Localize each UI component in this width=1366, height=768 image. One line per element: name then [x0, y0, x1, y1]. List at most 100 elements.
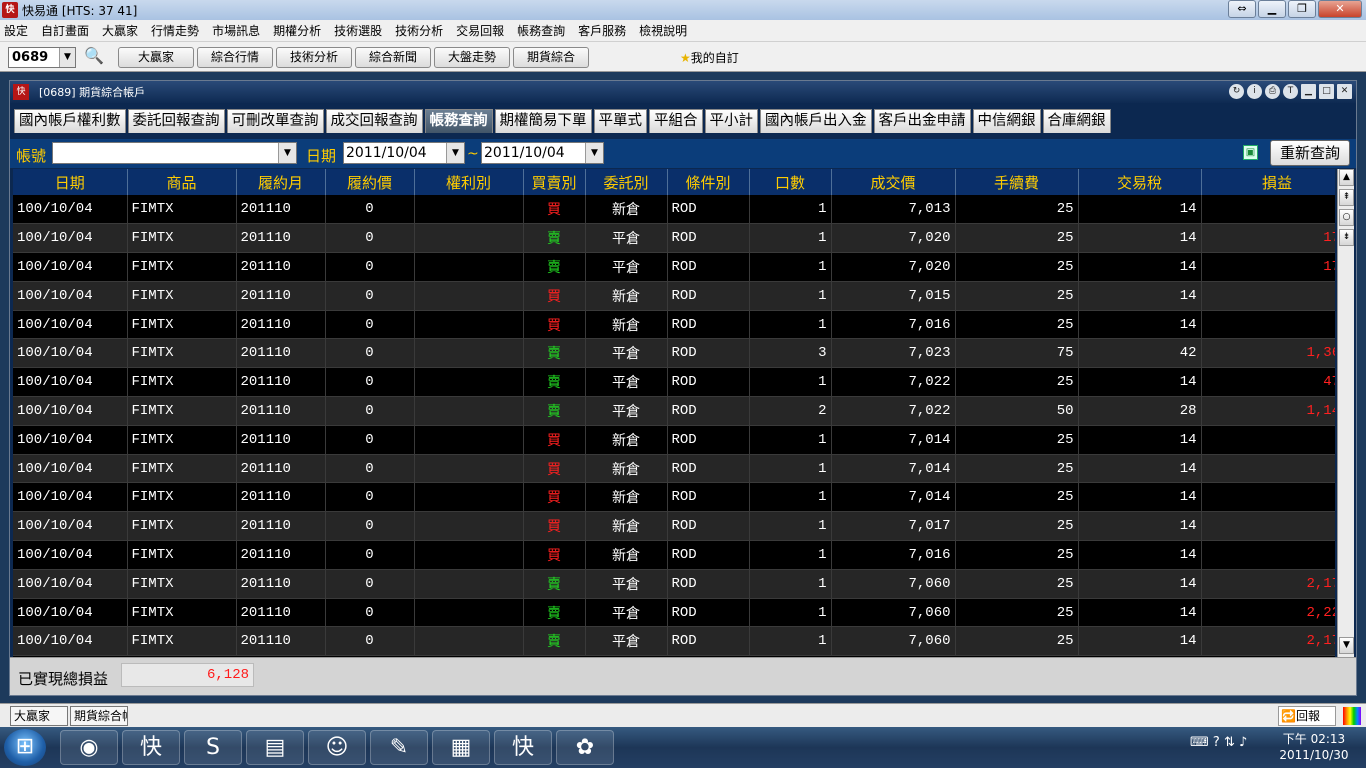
date-to-picker[interactable]: 2011/10/04 ▼ [481, 142, 604, 164]
scroll-bottom-icon[interactable]: ⇟ [1339, 229, 1354, 246]
tab-close-single[interactable]: 平單式 [593, 109, 647, 133]
toolbar-button[interactable]: 技術分析 [276, 47, 352, 68]
table-row[interactable]: 100/10/04 FIMTX 201110 0 賣平倉 ROD 1 7,060 25 14 2,1… [13, 626, 1335, 657]
tab-close-combo[interactable]: 平組合 [649, 109, 703, 133]
menu-item[interactable]: 檢視說明 [639, 22, 687, 39]
menu-item[interactable]: 帳務查詢 [517, 22, 565, 39]
menu-item[interactable]: 交易回報 [456, 22, 504, 39]
menu-item[interactable]: 大贏家 [102, 22, 138, 39]
clock[interactable]: 下午 02:13 2011/10/30 [1268, 731, 1360, 763]
column-header[interactable]: 履約價 [325, 169, 415, 195]
quick-trade-icon[interactable]: 快 [494, 730, 552, 765]
chevron-down-icon[interactable]: ▼ [446, 143, 464, 163]
column-header[interactable]: 委託別 [585, 169, 668, 195]
column-header[interactable]: 買賣別 [523, 169, 586, 195]
table-row[interactable]: 100/10/04 FIMTX 201110 0 買新倉 ROD 1 7,014 25 14 [13, 454, 1335, 484]
table-row[interactable]: 100/10/04 FIMTX 201110 0 買新倉 ROD 1 7,015 25 14 [13, 281, 1335, 311]
scroll-down-icon[interactable]: ▼ [1339, 637, 1354, 654]
requery-button[interactable]: 重新查詢 [1270, 140, 1350, 166]
table-row[interactable]: 100/10/04 FIMTX 201110 0 買新倉 ROD 1 7,013 25 14 [13, 195, 1335, 225]
column-header[interactable]: 履約月 [236, 169, 326, 195]
menu-item[interactable]: 行情走勢 [151, 22, 199, 39]
vertical-scrollbar[interactable]: ▲ ⇞ ○ ⇟ ▼ [1337, 169, 1354, 657]
chevron-down-icon[interactable]: ▼ [278, 143, 296, 163]
keyboard-icon[interactable]: ⌨ [1190, 735, 1209, 750]
column-header[interactable]: 權利別 [414, 169, 524, 195]
toolbar-button[interactable]: 期貨綜合 [513, 47, 589, 68]
toolbar-button[interactable]: 大盤走勢 [434, 47, 510, 68]
print-icon[interactable]: ⎙ [1265, 84, 1280, 99]
table-row[interactable]: 100/10/04 FIMTX 201110 0 賣平倉 ROD 1 7,060 25 14 2,2… [13, 598, 1335, 628]
column-header[interactable]: 成交價 [831, 169, 956, 195]
window-tab[interactable]: 大贏家 [10, 706, 68, 726]
tab-close-subtotal[interactable]: 平小計 [704, 109, 758, 133]
table-row[interactable]: 100/10/04FIMTX2011100 賣平倉ROD17,0202514172 [13, 252, 1335, 282]
column-header[interactable]: 口數 [749, 169, 832, 195]
close-button[interactable]: ✕ [1318, 0, 1362, 18]
table-row[interactable]: 100/10/04 FIMTX 201110 0 賣平倉 ROD 2 7,022 50 28 1,1… [13, 396, 1335, 426]
table-row[interactable]: 100/10/04 FIMTX 201110 0 賣平倉 ROD 1 7,060 25 14 2,1… [13, 569, 1335, 599]
column-header[interactable]: 日期 [13, 169, 128, 195]
export-excel-icon[interactable]: ▣ [1243, 145, 1258, 160]
menu-item[interactable]: 客戶服務 [578, 22, 626, 39]
column-header[interactable]: 條件別 [667, 169, 750, 195]
quick-trade-icon[interactable]: 快 [122, 730, 180, 765]
column-header[interactable]: 交易稅 [1078, 169, 1202, 195]
scroll-center-icon[interactable]: ○ [1339, 209, 1354, 226]
help-icon[interactable]: ? [1213, 735, 1220, 750]
stock-code-combo[interactable]: 0689 ▼ [8, 47, 76, 68]
menu-item[interactable]: 市場訊息 [212, 22, 260, 39]
restore-arrows-icon[interactable]: ⇔ [1228, 0, 1256, 18]
winrar-icon[interactable]: ▦ [432, 730, 490, 765]
favorites-link[interactable]: ★我的自訂 [680, 49, 739, 66]
column-header[interactable]: 商品 [127, 169, 237, 195]
table-row[interactable]: 100/10/04 FIMTX 201110 0 買新倉 ROD 1 7,016 25 14 [13, 310, 1335, 340]
tab-ctbc-bank[interactable]: 中信網銀 [972, 109, 1041, 133]
close-button[interactable]: ✕ [1337, 84, 1352, 99]
toolbar-button[interactable]: 綜合行情 [197, 47, 273, 68]
chevron-down-icon[interactable]: ▼ [585, 143, 603, 163]
tab-account-query[interactable]: 帳務查詢 [424, 109, 493, 133]
maximize-button[interactable]: □ [1319, 84, 1334, 99]
chrome-icon[interactable]: ◉ [60, 730, 118, 765]
network-icon[interactable]: ⇅ [1224, 735, 1235, 750]
reply-button[interactable]: 🔁回報 [1278, 706, 1336, 726]
menu-item[interactable]: 技術選股 [334, 22, 382, 39]
maximize-button[interactable]: ❐ [1288, 0, 1316, 18]
menu-item[interactable]: 設定 [4, 22, 28, 39]
tab-order-report[interactable]: 委託回報查詢 [127, 109, 225, 133]
date-from-picker[interactable]: 2011/10/04 ▼ [343, 142, 465, 164]
menu-item[interactable]: 技術分析 [395, 22, 443, 39]
toolbar-button[interactable]: 大贏家 [118, 47, 194, 68]
tab-deposit-withdraw[interactable]: 國內帳戶出入金 [760, 109, 872, 133]
column-header[interactable]: 手續費 [955, 169, 1079, 195]
volume-icon[interactable]: ♪ [1239, 735, 1247, 750]
tab-cancellable-orders[interactable]: 可刪改單查詢 [226, 109, 324, 133]
refresh-icon[interactable]: ↻ [1229, 84, 1244, 99]
tab-tcb-bank[interactable]: 合庫網銀 [1042, 109, 1111, 133]
chevron-down-icon[interactable]: ▼ [59, 48, 75, 67]
menu-item[interactable]: 自訂畫面 [41, 22, 89, 39]
search-icon[interactable]: 🔍 [84, 46, 104, 65]
tab-simple-order[interactable]: 期權簡易下單 [494, 109, 592, 133]
table-row[interactable]: 100/10/04 FIMTX 201110 0 買新倉 ROD 1 7,016 25 14 [13, 540, 1335, 570]
folder-icon[interactable]: ▤ [246, 730, 304, 765]
menu-item[interactable]: 期權分析 [273, 22, 321, 39]
minimize-button[interactable]: ▁ [1301, 84, 1316, 99]
window-tab[interactable]: 期貨綜合帳戶 [70, 706, 128, 726]
table-row[interactable]: 100/10/04 FIMTX 201110 0 買新倉 ROD 1 7,014 25 14 [13, 482, 1335, 513]
color-bars-icon[interactable] [1343, 707, 1361, 725]
notepad-icon[interactable]: ✎ [370, 730, 428, 765]
start-button[interactable]: ⊞ [4, 729, 46, 766]
table-row[interactable]: 100/10/04FIMTX2011100 賣平倉ROD17,0202514172 [13, 223, 1335, 254]
table-row[interactable]: 100/10/04 FIMTX 201110 0 買新倉 ROD 1 7,014 25 14 [13, 425, 1335, 455]
tab-withdraw-request[interactable]: 客戶出金申請 [873, 109, 971, 133]
table-row[interactable]: 100/10/04 FIMTX 201110 0 賣平倉 ROD 3 7,023 75 42 1,3… [13, 338, 1335, 369]
minimize-button[interactable]: ▁ [1258, 0, 1286, 18]
table-row[interactable]: 100/10/04FIMTX2011100 賣平倉ROD17,0222514472 [13, 367, 1335, 398]
table-row[interactable]: 100/10/04 FIMTX 201110 0 買新倉 ROD 1 7,017 25 14 [13, 511, 1335, 542]
toolbar-button[interactable]: 綜合新聞 [355, 47, 431, 68]
text-icon[interactable]: T [1283, 84, 1298, 99]
info-icon[interactable]: i [1247, 84, 1262, 99]
tab-fill-report[interactable]: 成交回報查詢 [325, 109, 423, 133]
